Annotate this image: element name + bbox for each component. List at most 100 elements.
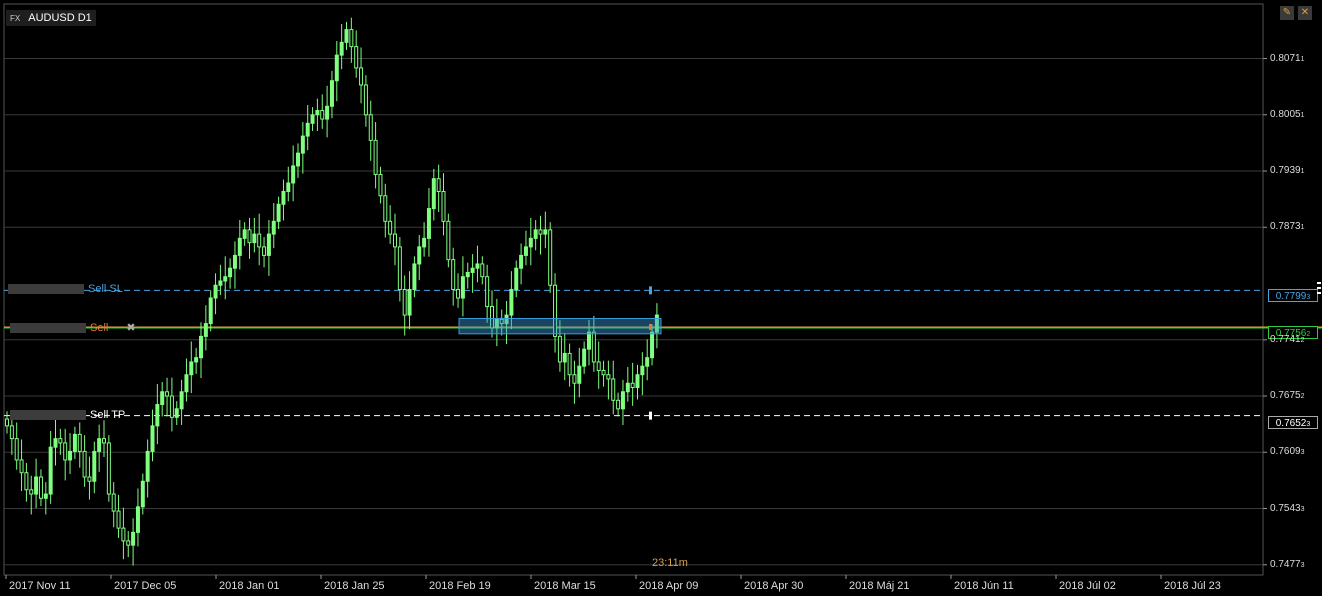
candle-body [276, 203, 281, 222]
tp-order-box[interactable] [10, 410, 86, 420]
y-tick-value: 0.8005 [1270, 108, 1301, 120]
y-tick-label: 0.78731 [1270, 221, 1305, 232]
x-tick-label: 2018 Jan 25 [324, 580, 385, 592]
candle-body [456, 289, 461, 299]
candle-body [354, 46, 359, 69]
candle-body [465, 271, 470, 278]
y-tick-value: 0.8071 [1270, 52, 1301, 64]
order-zone [458, 317, 662, 335]
candle-body [271, 220, 276, 235]
candle-body [34, 476, 39, 495]
candle-body [5, 418, 9, 427]
candle-body [616, 399, 621, 410]
candle-body [97, 438, 102, 452]
chart-frame[interactable] [0, 0, 1322, 596]
y-tick-value: 0.7477 [1270, 558, 1301, 570]
candle-body [640, 365, 645, 376]
y-tick-label: 0.76093 [1270, 446, 1305, 457]
candle-body [339, 41, 344, 56]
y-tick-label: 0.80711 [1270, 53, 1305, 64]
candle-body [378, 173, 383, 197]
candle-body [567, 352, 572, 376]
candle-body [223, 276, 228, 282]
candle-body [165, 391, 170, 397]
tp-price-value: 0.7652 [1275, 418, 1307, 429]
x-tick-label: 2018 Jan 01 [219, 580, 280, 592]
x-tick-label: 2018 Máj 21 [849, 580, 910, 592]
candle-body [383, 195, 388, 222]
chart-plot[interactable] [0, 0, 1322, 596]
candle-body [82, 450, 87, 478]
close-icon[interactable]: ✕ [1298, 6, 1312, 20]
candle-body [160, 391, 165, 406]
candle-body [184, 374, 189, 393]
candle-body [582, 348, 587, 367]
sl-price-tag: 0.77993 [1268, 289, 1318, 302]
candle-body [291, 165, 296, 184]
y-tick-suffix: 3 [1300, 505, 1305, 513]
candle-body [519, 254, 524, 269]
sl-order-label[interactable]: Sell SL [8, 283, 123, 295]
candle-body [252, 233, 257, 244]
candle-body [194, 357, 199, 363]
x-tick-label: 2018 Jún 11 [954, 580, 1014, 592]
candle-body [48, 446, 53, 495]
sl-order-box[interactable] [8, 284, 84, 294]
candle-body [262, 246, 267, 256]
y-tick-label: 0.76752 [1270, 390, 1305, 401]
candle-body [87, 476, 92, 482]
candle-body [475, 263, 480, 269]
candle-body [557, 335, 562, 363]
sl-order-text: Sell SL [88, 283, 123, 295]
candle-body [126, 540, 131, 546]
y-tick-suffix: 3 [1300, 449, 1305, 457]
candle-body [24, 472, 29, 491]
plot-frame [3, 3, 1264, 576]
candle-body [237, 237, 242, 256]
candle-body [562, 352, 567, 363]
entry-order-box[interactable] [10, 322, 86, 333]
y-tick-label: 0.74773 [1270, 559, 1305, 570]
y-tick-suffix: 1 [1300, 224, 1305, 232]
candle-body [29, 489, 34, 495]
candle-body [169, 395, 174, 418]
candle-body [208, 297, 213, 325]
x-tick-label: 2018 Feb 19 [429, 580, 491, 592]
candle-body [601, 369, 606, 376]
candle-body [174, 408, 179, 418]
candle-body [359, 67, 364, 86]
candle-body [426, 208, 431, 239]
candle-body [121, 527, 126, 542]
candle-body [606, 374, 611, 380]
y-tick-suffix: 2 [1300, 393, 1305, 401]
candle-body [363, 84, 368, 116]
candle-body [611, 378, 616, 401]
candle-body [14, 438, 19, 461]
entry-order-label[interactable]: Sell ✖ [10, 321, 136, 334]
y-tick-label: 0.80051 [1270, 109, 1305, 120]
candle-body [591, 331, 596, 363]
candle-body [155, 404, 160, 427]
candle-body [402, 289, 407, 316]
close-order-icon[interactable]: ✖ [126, 321, 135, 334]
sl-handle [649, 286, 652, 295]
candle-body [431, 178, 436, 210]
candle-body [509, 289, 514, 316]
candle-body [320, 110, 325, 120]
x-tick-label: 2018 Apr 30 [744, 580, 804, 592]
candle-body [140, 480, 145, 508]
tp-order-label[interactable]: Sell TP [10, 409, 125, 421]
symbol-badge: FX AUDUSD D1 [6, 10, 96, 26]
candle-body [310, 114, 315, 124]
candle-body [92, 450, 97, 482]
candle-body [19, 459, 24, 474]
candle-body [199, 335, 203, 359]
y-tick-suffix: 2 [1300, 336, 1305, 344]
tp-price-tag: 0.76523 [1268, 416, 1318, 429]
candle-body [281, 190, 286, 205]
drag-handle-icon[interactable] [1317, 282, 1321, 296]
candle-body [451, 259, 456, 290]
candle-body [441, 190, 446, 222]
pencil-icon[interactable]: ✎ [1280, 6, 1294, 20]
candle-body [397, 246, 402, 290]
